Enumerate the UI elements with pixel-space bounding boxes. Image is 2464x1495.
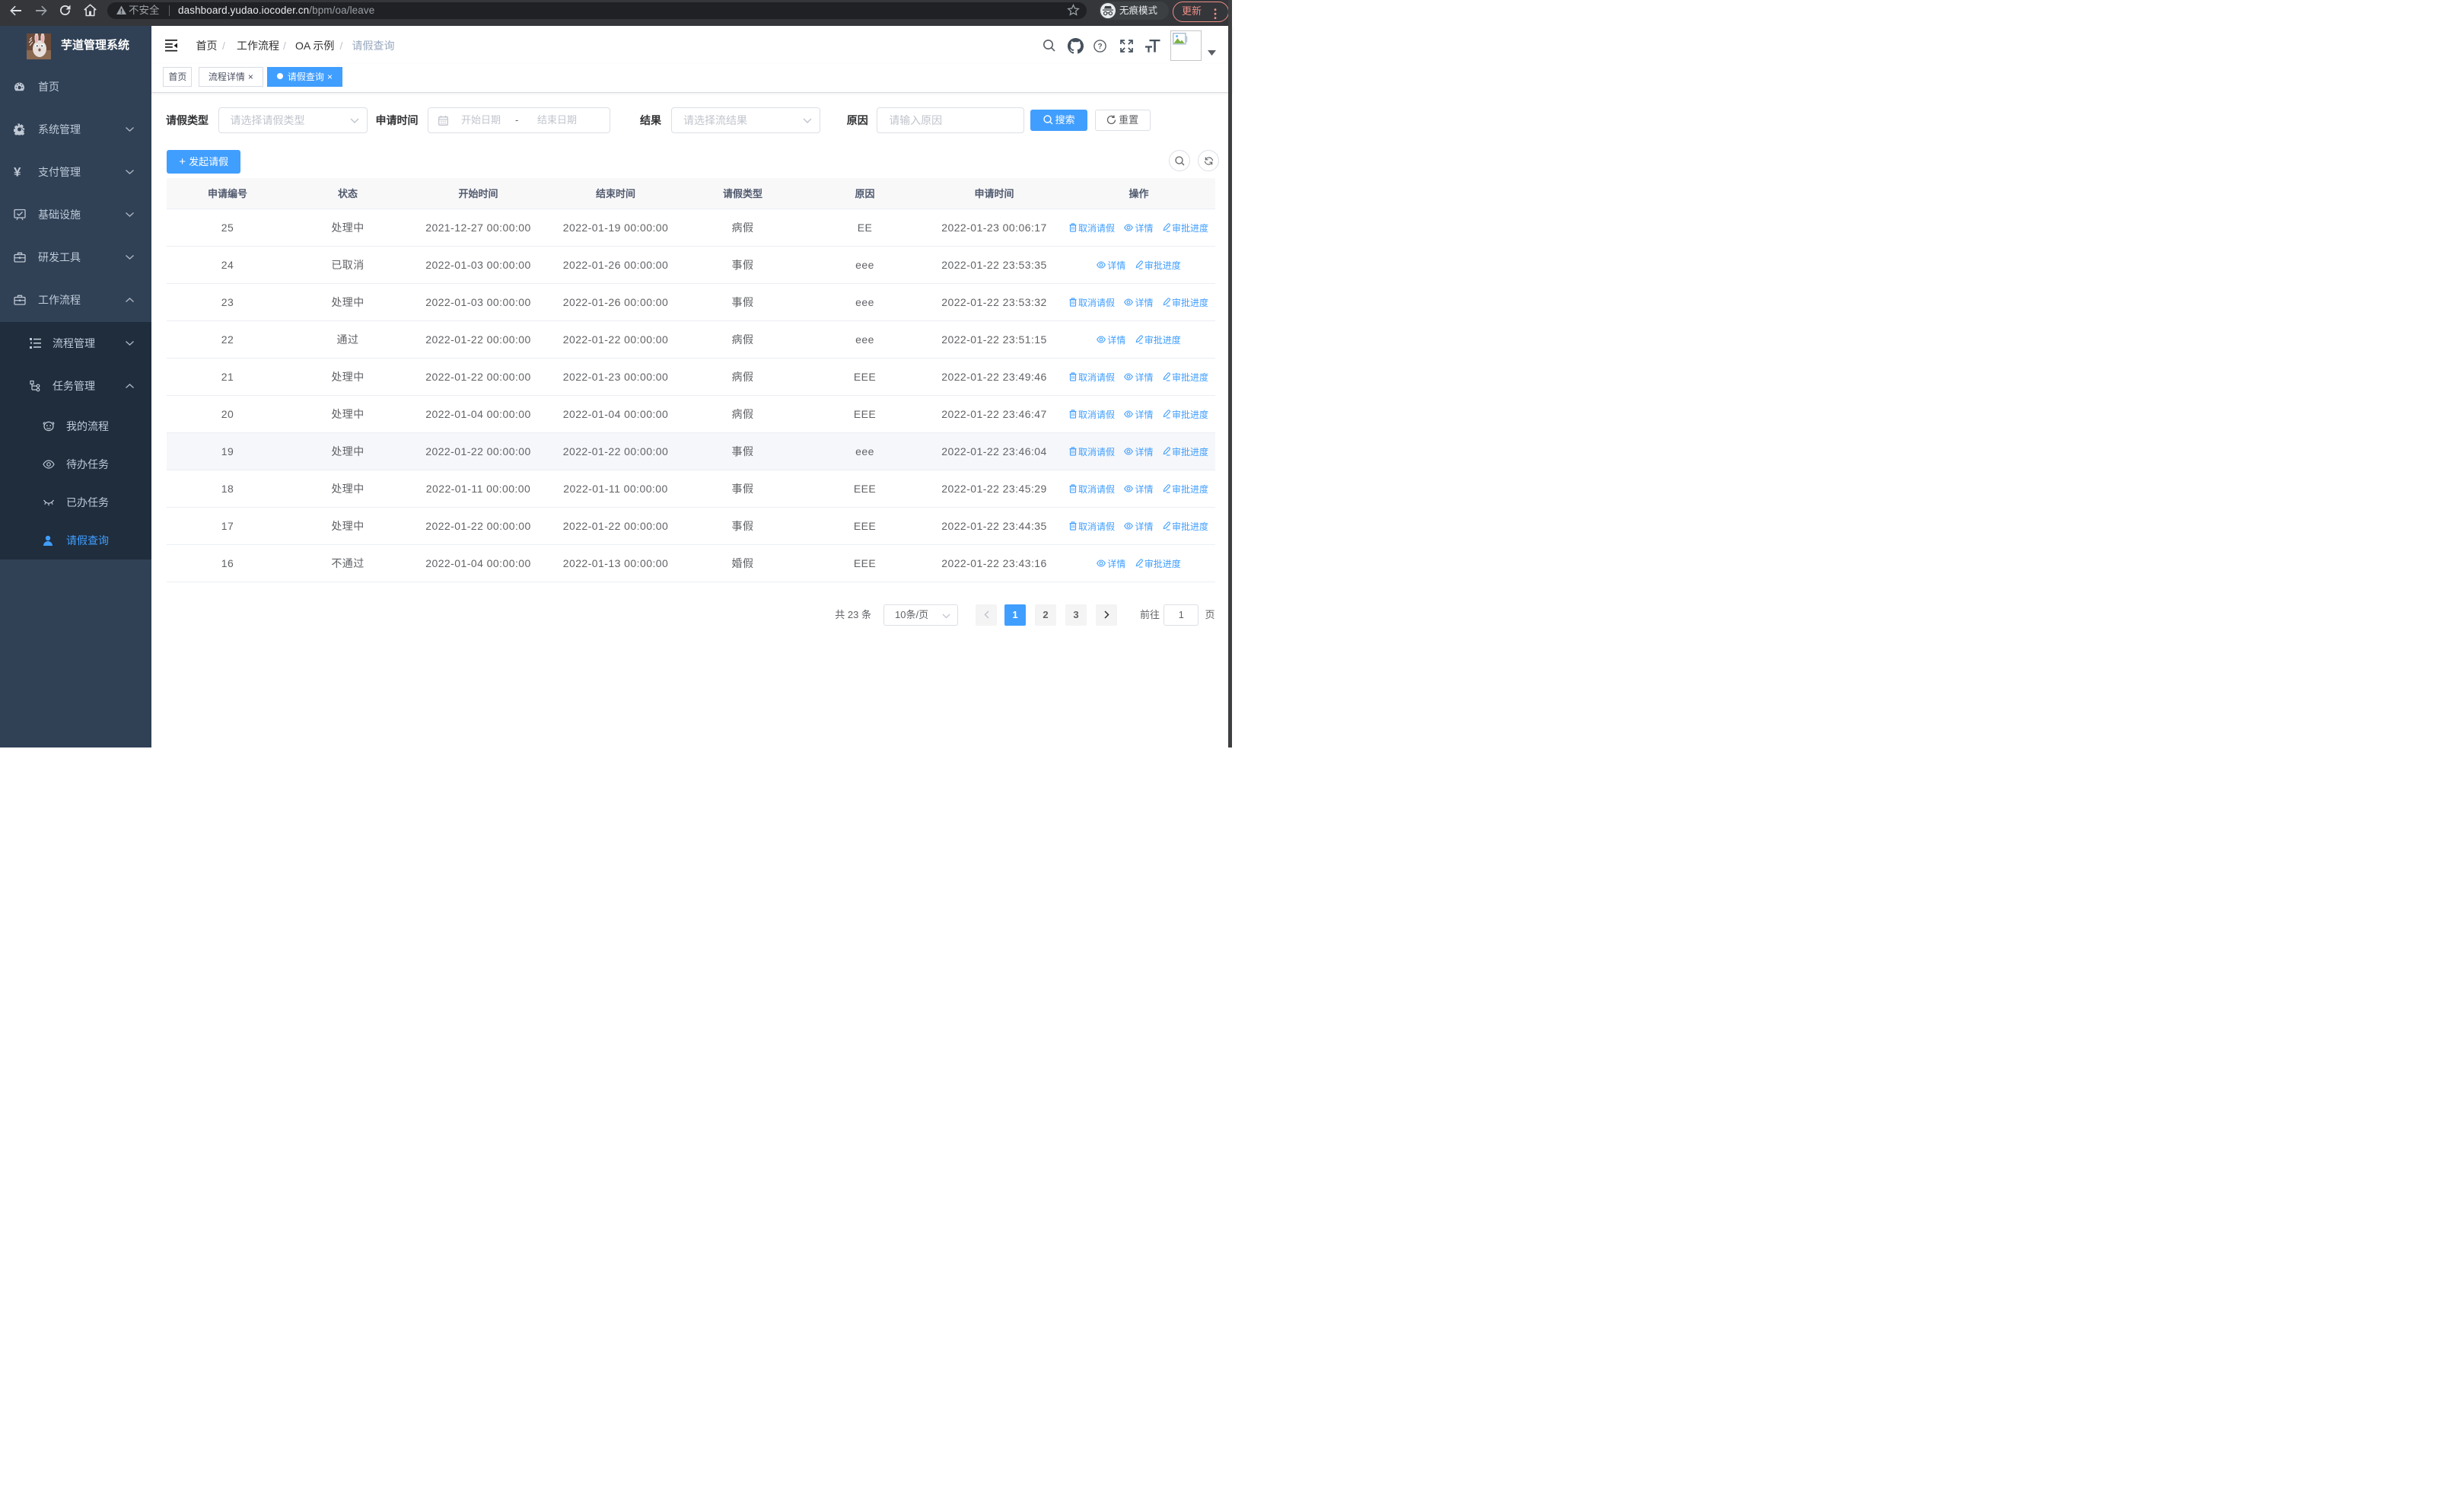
- svg-text:?: ?: [1097, 43, 1102, 51]
